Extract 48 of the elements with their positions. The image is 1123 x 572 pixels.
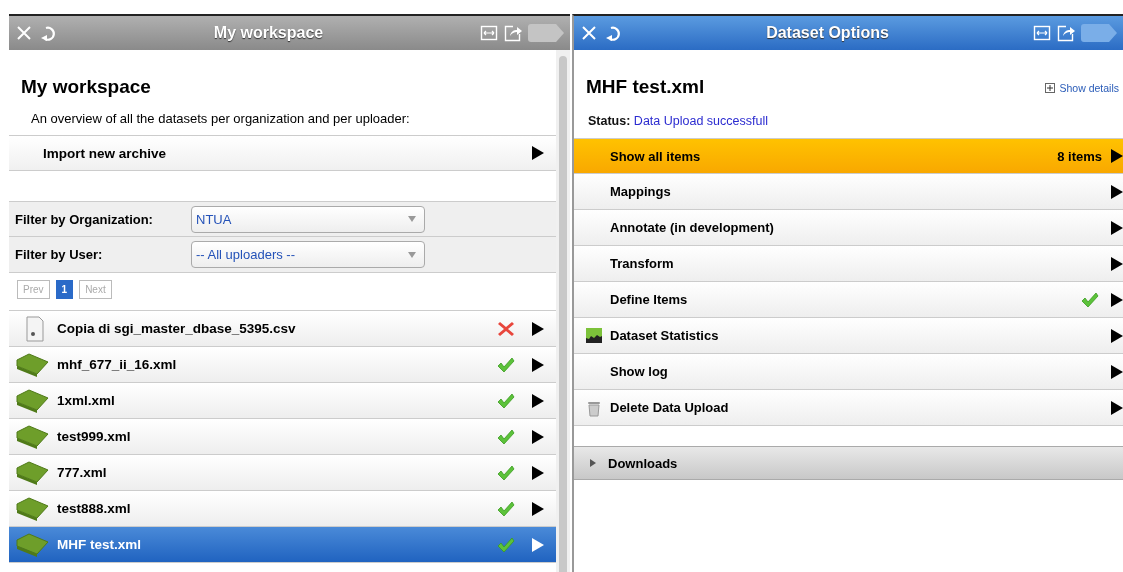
filter-label: Filter by User: bbox=[15, 247, 104, 262]
expand-triangle-icon[interactable] bbox=[590, 459, 596, 467]
share-icon[interactable] bbox=[1057, 24, 1075, 42]
arrow-icon[interactable] bbox=[531, 321, 544, 336]
arrow-icon[interactable] bbox=[531, 465, 544, 480]
file-row[interactable]: MHF test.xml bbox=[9, 527, 556, 563]
resize-icon[interactable] bbox=[1033, 24, 1051, 42]
file-tag-icon bbox=[15, 387, 49, 414]
filter-label: Filter by Organization: bbox=[15, 211, 154, 227]
arrow-icon[interactable] bbox=[531, 501, 544, 516]
window-title: My workspace bbox=[212, 24, 325, 42]
arrow-icon[interactable] bbox=[531, 357, 544, 372]
arrow-icon[interactable] bbox=[1110, 256, 1123, 271]
menu-item[interactable]: Show all items 8 items bbox=[574, 138, 1123, 174]
chart-icon bbox=[585, 326, 603, 345]
plus-box-icon bbox=[1045, 83, 1056, 93]
file-tag-icon bbox=[15, 459, 49, 486]
arrow-icon[interactable] bbox=[1110, 184, 1123, 199]
file-tag-icon bbox=[15, 531, 49, 558]
arrow-icon[interactable] bbox=[1110, 220, 1123, 235]
downloads-section[interactable]: Downloads bbox=[574, 446, 1123, 480]
caret-icon bbox=[408, 251, 416, 258]
import-archive-row[interactable]: Import new archive bbox=[9, 135, 556, 171]
arrow-icon[interactable] bbox=[531, 393, 544, 408]
page-heading: My workspace bbox=[20, 75, 152, 98]
caret-icon bbox=[408, 216, 416, 222]
window-title: Dataset Options bbox=[765, 24, 890, 42]
filter-dropdown[interactable]: NTUA bbox=[191, 205, 425, 233]
arrow-icon[interactable] bbox=[1110, 400, 1123, 415]
filter-dropdown[interactable]: -- All uploaders -- bbox=[191, 241, 425, 268]
arrow-icon[interactable] bbox=[531, 429, 544, 444]
arrow-icon[interactable] bbox=[1110, 149, 1123, 163]
file-tag-icon bbox=[15, 423, 49, 450]
scrollbar-thumb[interactable] bbox=[559, 56, 567, 572]
show-details-link[interactable]: Show details bbox=[1045, 50, 1119, 94]
arrow-icon[interactable] bbox=[531, 146, 544, 160]
close-icon[interactable] bbox=[580, 24, 598, 42]
arrow-icon[interactable] bbox=[1110, 328, 1123, 343]
item-count: 8 items bbox=[1057, 148, 1102, 164]
page-button[interactable]: 1 bbox=[55, 280, 74, 299]
file-tag-icon bbox=[15, 495, 49, 522]
file-tag-icon bbox=[15, 351, 49, 378]
status-text: Status: Data Upload successfull bbox=[587, 113, 769, 130]
dataset-heading: MHF test.xml bbox=[585, 75, 706, 98]
description-text: An overview of all the datasets per organization and per uploader: bbox=[30, 110, 411, 128]
arrow-icon[interactable] bbox=[1110, 364, 1123, 379]
arrow-icon[interactable] bbox=[1110, 292, 1123, 307]
reload-icon[interactable] bbox=[604, 24, 622, 42]
